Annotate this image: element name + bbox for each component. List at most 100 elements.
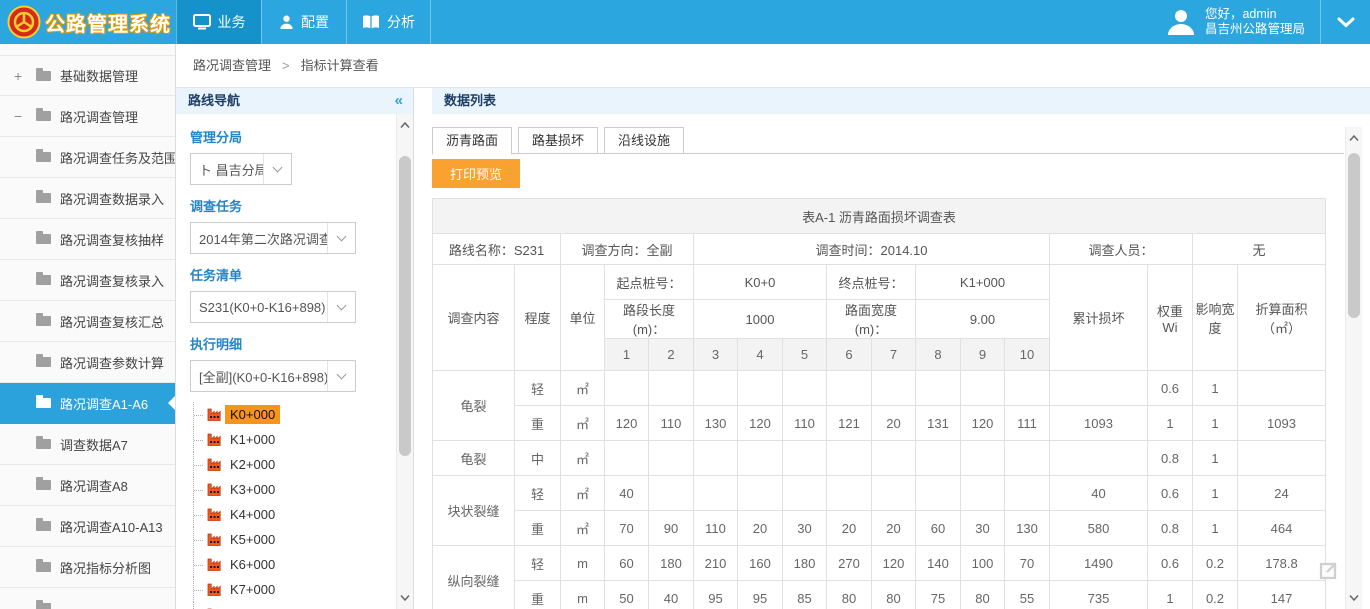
info-cell-0: 路线名称：S231 (433, 234, 561, 265)
main-scrollbar[interactable] (1345, 127, 1362, 609)
tree-node-K8+000[interactable]: K8+000 (190, 602, 396, 609)
tree-node-K0+000[interactable]: K0+000 (190, 402, 396, 427)
cell-5-5: 270 (827, 546, 872, 581)
book-icon (362, 14, 380, 30)
sidebar-item-7[interactable]: 路况调查参数计算 (0, 342, 175, 383)
top-nav-tab-1[interactable]: 配置 (261, 0, 346, 44)
sidebar-item-5[interactable]: 路况调查复核录入 (0, 260, 175, 301)
folder-icon (36, 316, 51, 326)
tab-0[interactable]: 沥青路面 (432, 127, 512, 155)
chevron-down-icon (1337, 17, 1355, 28)
expander-icon[interactable]: + (14, 68, 22, 84)
cell-2-9 (1005, 441, 1050, 476)
tree-connector (193, 527, 205, 552)
print-preview-button[interactable]: 打印预览 (432, 159, 520, 188)
tree-node-K2+000[interactable]: K2+000 (190, 452, 396, 477)
section-col-6: 7 (872, 339, 916, 371)
cell-unit-2: ㎡ (561, 441, 605, 476)
section-col-8: 9 (961, 339, 1005, 371)
chevron-down-icon[interactable] (263, 154, 291, 184)
folder-icon (36, 439, 51, 449)
nav-panel-scrollbar[interactable] (396, 114, 413, 609)
scroll-down-arrow[interactable] (397, 590, 413, 606)
scroll-down-arrow[interactable] (1346, 590, 1362, 606)
factory-icon (207, 483, 222, 496)
cell-0-7 (916, 371, 961, 406)
tree-node-K4+000[interactable]: K4+000 (190, 502, 396, 527)
sidebar-item-8[interactable]: 路况调查A1-A6 (0, 383, 175, 424)
route-nav-header: 路线导航 « (176, 88, 413, 114)
sidebar-item-3[interactable]: 路况调查数据录入 (0, 178, 175, 219)
cell-degree-2: 中 (515, 441, 561, 476)
tree-node-K7+000[interactable]: K7+000 (190, 577, 396, 602)
sidebar-item-2[interactable]: 路况调查任务及范围 (0, 137, 175, 178)
cell-unit-1: ㎡ (561, 406, 605, 441)
chevron-down-icon[interactable] (327, 361, 355, 391)
topbar: 公路管理系统 业务配置分析 您好，admin 昌吉州公路管理局 (0, 0, 1370, 44)
user-menu-toggle[interactable] (1320, 0, 1370, 44)
tree-node-label: K4+000 (225, 505, 280, 524)
cell-4-8: 30 (961, 511, 1005, 546)
cell-0-4 (783, 371, 827, 406)
sidebar-item-4[interactable]: 路况调查复核抽样 (0, 219, 175, 260)
cell-area-3: 24 (1238, 476, 1326, 511)
cell-impact-2: 1 (1193, 441, 1238, 476)
top-nav-tab-0[interactable]: 业务 (176, 0, 261, 44)
cell-unit-5: m (561, 546, 605, 581)
scrollbar-thumb[interactable] (399, 156, 411, 456)
factory-icon (207, 433, 222, 446)
tab-2[interactable]: 沿线设施 (604, 127, 684, 153)
sidebar-item-0[interactable]: +基础数据管理 (0, 55, 175, 96)
expander-icon[interactable]: − (14, 108, 22, 124)
row-label-0: 龟裂 (433, 371, 515, 441)
cell-area-2 (1238, 441, 1326, 476)
cell-degree-3: 轻 (515, 476, 561, 511)
tree-node-label: K1+000 (225, 430, 280, 449)
folder-icon (36, 398, 51, 408)
avatar-icon (1166, 7, 1196, 37)
tree-node-K5+000[interactable]: K5+000 (190, 527, 396, 552)
cell-unit-3: ㎡ (561, 476, 605, 511)
tree-node-K6+000[interactable]: K6+000 (190, 552, 396, 577)
scroll-up-arrow[interactable] (397, 117, 413, 133)
factory-icon (207, 408, 222, 421)
scroll-up-arrow[interactable] (1346, 130, 1362, 146)
tab-1[interactable]: 路基损坏 (518, 127, 598, 153)
cell-cumulative-3: 40 (1050, 476, 1148, 511)
cell-5-1: 180 (649, 546, 694, 581)
cell-0-1 (649, 371, 694, 406)
sidebar-item-10[interactable]: 路况调查A8 (0, 465, 175, 506)
sidebar-item-12[interactable]: 路况指标分析图 (0, 547, 175, 588)
breadcrumb-item-0[interactable]: 路况调查管理 (193, 44, 271, 87)
tree-node-K3+000[interactable]: K3+000 (190, 477, 396, 502)
nav-dropdown-3[interactable]: [全副](K0+0-K16+898) (190, 360, 356, 392)
nav-dropdown-0[interactable]: ト 昌吉分局 (190, 153, 292, 185)
nav-dropdown-2[interactable]: S231(K0+0-K16+898) (190, 291, 356, 323)
chevron-down-icon[interactable] (327, 223, 355, 253)
row-label-3: 块状裂缝 (433, 476, 515, 546)
tree-node-label: K5+000 (225, 530, 280, 549)
cell-0-5 (827, 371, 872, 406)
cell-impact-4: 1 (1193, 511, 1238, 546)
collapse-panel-icon[interactable]: « (395, 88, 403, 114)
sidebar-item-13[interactable] (0, 588, 175, 609)
sidebar-item-6[interactable]: 路况调查复核汇总 (0, 301, 175, 342)
cell-5-7: 140 (916, 546, 961, 581)
cell-5-9: 70 (1005, 546, 1050, 581)
chevron-down-icon[interactable] (327, 292, 355, 322)
tree-node-K1+000[interactable]: K1+000 (190, 427, 396, 452)
nav-dropdown-1[interactable]: 2014年第二次路况调查 (190, 222, 356, 254)
user-area[interactable]: 您好，admin 昌吉州公路管理局 (1152, 0, 1319, 44)
nav-field-label-0: 管理分局 (190, 127, 396, 146)
sidebar-item-9[interactable]: 调查数据A7 (0, 424, 175, 465)
expand-icon[interactable] (1317, 556, 1343, 582)
top-nav-tab-2[interactable]: 分析 (346, 0, 431, 44)
sidebar-item-1[interactable]: −路况调查管理 (0, 96, 175, 137)
cell-4-7: 60 (916, 511, 961, 546)
header-degree: 程度 (515, 265, 561, 371)
cell-area-4: 464 (1238, 511, 1326, 546)
sidebar-item-11[interactable]: 路况调查A10-A13 (0, 506, 175, 547)
cell-5-4: 180 (783, 546, 827, 581)
cell-degree-5: 轻 (515, 546, 561, 581)
scrollbar-thumb[interactable] (1348, 153, 1360, 318)
